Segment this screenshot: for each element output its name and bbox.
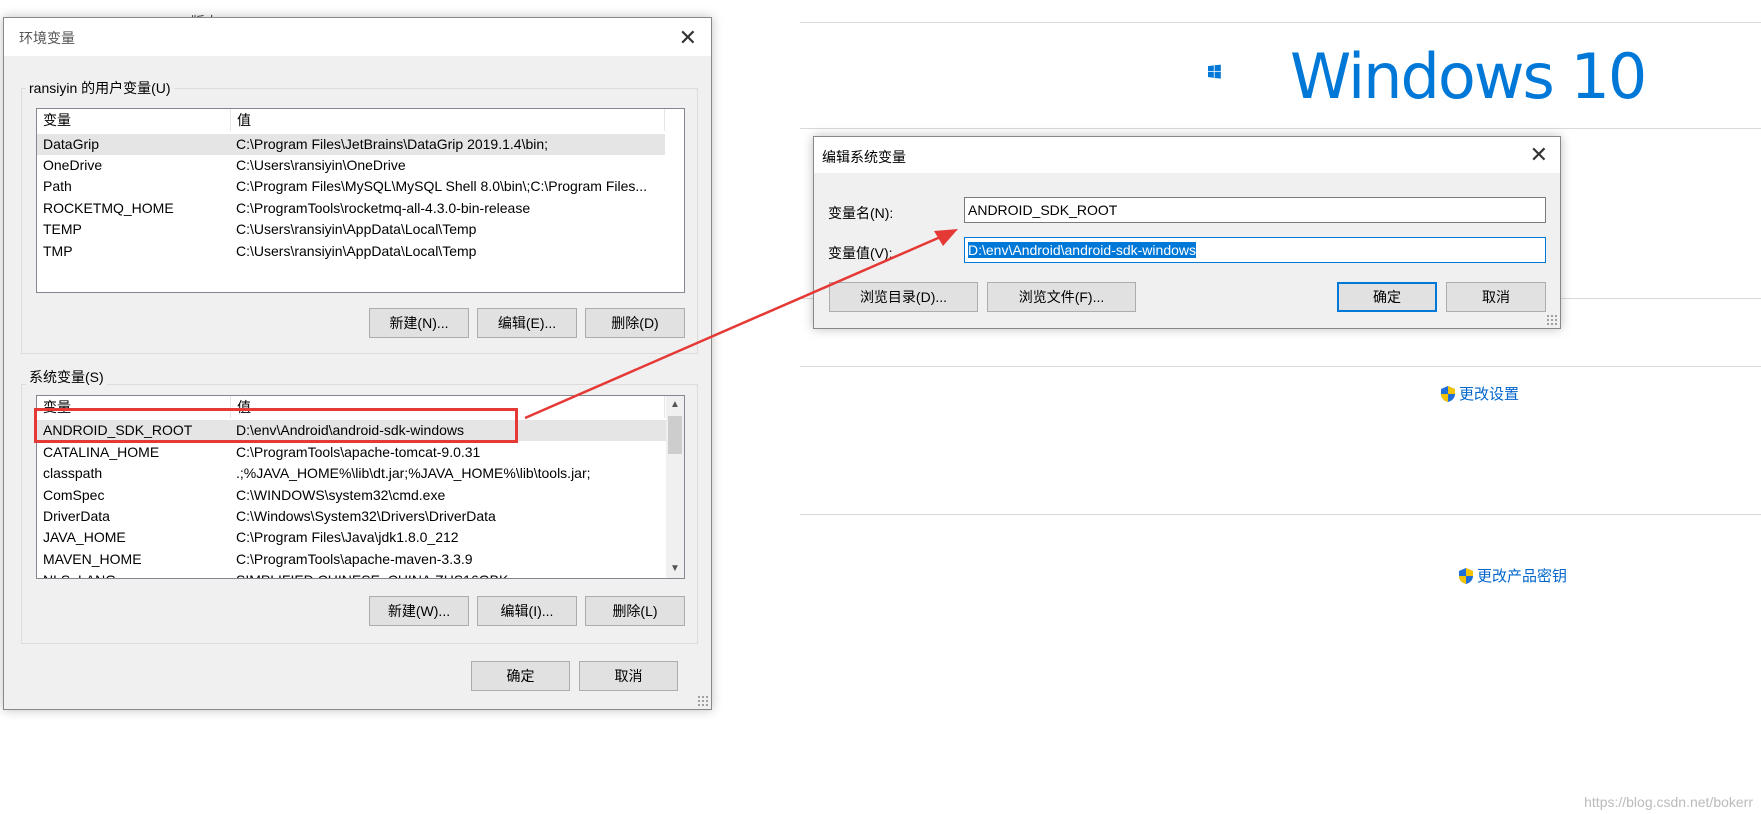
scroll-thumb[interactable] [668, 416, 682, 454]
variable-name-label: 变量名(N): [828, 205, 894, 221]
table-row[interactable]: DriverData C:\Windows\System32\Drivers\D… [37, 506, 667, 527]
variable-value: C:\Users\ransiyin\OneDrive [236, 157, 406, 173]
table-row[interactable]: DataGrip C:\Program Files\JetBrains\Data… [37, 134, 665, 155]
table-row[interactable]: JAVA_HOME C:\Program Files\Java\jdk1.8.0… [37, 527, 667, 548]
scroll-down-icon[interactable]: ▼ [666, 560, 684, 578]
system-new-button[interactable]: 新建(W)... [369, 596, 469, 626]
variable-value: C:\Program Files\Java\jdk1.8.0_212 [236, 529, 459, 545]
close-icon[interactable]: ✕ [679, 25, 697, 51]
cancel-button[interactable]: 取消 [579, 661, 678, 691]
selected-text: D:\env\Android\android-sdk-windows [968, 242, 1196, 258]
variable-value: C:\ProgramTools\rocketmq-all-4.3.0-bin-r… [236, 200, 531, 216]
change-product-key-link[interactable]: 更改产品密钥 [1458, 565, 1567, 586]
windows-brand-text: Windows 10 [1290, 40, 1647, 113]
variable-value: C:\Users\ransiyin\AppData\Local\Temp [236, 243, 477, 259]
variable-name: CATALINA_HOME [43, 444, 160, 460]
highlight-annotation [34, 408, 518, 443]
browse-file-button[interactable]: 浏览文件(F)... [987, 282, 1136, 312]
variable-value: SIMPLIFIED CHINESE_CHINA.ZHS16GBK [231, 570, 508, 578]
table-row[interactable]: MAVEN_HOME C:\ProgramTools\apache-maven-… [37, 549, 667, 570]
user-variables-label: ransiyin 的用户变量(U) [26, 78, 174, 98]
user-variables-list[interactable]: 变量 值 DataGrip C:\Program Files\JetBrains… [36, 108, 685, 293]
shield-icon [1441, 385, 1455, 402]
variable-value: C:\Users\ransiyin\AppData\Local\Temp [236, 221, 477, 237]
user-new-button[interactable]: 新建(N)... [369, 308, 469, 338]
system-variables-label: 系统变量(S) [26, 367, 107, 387]
variable-value-field[interactable]: D:\env\Android\android-sdk-windows [964, 237, 1546, 263]
variable-name: OneDrive [43, 157, 103, 173]
table-row[interactable]: ROCKETMQ_HOME C:\ProgramTools\rocketmq-a… [37, 198, 665, 219]
table-row[interactable]: ComSpec C:\WINDOWS\system32\cmd.exe [37, 485, 667, 506]
windows-logo-icon [1208, 64, 1221, 79]
variable-value: C:\ProgramTools\apache-tomcat-9.0.31 [236, 444, 481, 460]
variable-value: C:\WINDOWS\system32\cmd.exe [236, 487, 446, 503]
shield-icon [1459, 567, 1473, 584]
variable-value: C:\ProgramTools\apache-maven-3.3.9 [236, 551, 473, 567]
watermark: https://blog.csdn.net/bokerr [1584, 794, 1753, 810]
variable-name: DataGrip [43, 136, 100, 152]
scroll-up-icon[interactable]: ▲ [666, 396, 684, 414]
background-divider [800, 22, 1761, 23]
column-header-name[interactable]: 变量 [37, 109, 231, 131]
variable-name: ComSpec [43, 487, 105, 503]
dialog-titlebar: 环境变量 ✕ [4, 18, 711, 56]
table-row[interactable]: OneDrive C:\Users\ransiyin\OneDrive [37, 155, 665, 176]
cancel-button[interactable]: 取消 [1446, 282, 1546, 312]
variable-name: MAVEN_HOME [43, 551, 142, 567]
variable-name: ROCKETMQ_HOME [43, 200, 174, 216]
table-row[interactable]: NLS_LANG SIMPLIFIED CHINESE_CHINA.ZHS16G… [37, 570, 667, 578]
environment-variables-dialog: 环境变量 ✕ ransiyin 的用户变量(U) 变量 值 DataGrip C… [3, 17, 712, 710]
variable-value: C:\Program Files\JetBrains\DataGrip 2019… [236, 136, 549, 152]
variable-name: NLS_LANG [37, 570, 231, 578]
browse-directory-button[interactable]: 浏览目录(D)... [829, 282, 978, 312]
variable-name: DriverData [43, 508, 110, 524]
variable-name: JAVA_HOME [43, 529, 126, 545]
table-row[interactable]: CATALINA_HOME C:\ProgramTools\apache-tom… [37, 442, 667, 463]
table-row[interactable]: TMP C:\Users\ransiyin\AppData\Local\Temp [37, 241, 665, 262]
list-header: 变量 值 [37, 109, 665, 131]
user-edit-button[interactable]: 编辑(E)... [477, 308, 577, 338]
user-delete-button[interactable]: 删除(D) [585, 308, 685, 338]
variable-value: C:\Program Files\MySQL\MySQL Shell 8.0\b… [236, 178, 648, 194]
background-divider [800, 366, 1761, 367]
table-row[interactable]: TEMP C:\Users\ransiyin\AppData\Local\Tem… [37, 219, 665, 240]
dialog-title: 编辑系统变量 [822, 149, 906, 165]
vertical-scrollbar[interactable]: ▲ ▼ [666, 396, 684, 578]
background-divider [800, 128, 1761, 129]
change-settings-label: 更改设置 [1459, 386, 1520, 403]
resize-grip[interactable] [697, 695, 709, 707]
background-divider [800, 514, 1761, 515]
change-settings-link[interactable]: 更改设置 [1440, 383, 1519, 404]
table-row[interactable]: classpath .;%JAVA_HOME%\lib\dt.jar;%JAVA… [37, 463, 667, 484]
column-header-value[interactable]: 值 [231, 109, 665, 131]
variable-name: Path [43, 178, 72, 194]
table-row[interactable]: Path C:\Program Files\MySQL\MySQL Shell … [37, 176, 665, 197]
dialog-titlebar: 编辑系统变量 ✕ [814, 137, 1560, 173]
ok-button[interactable]: 确定 [1337, 282, 1437, 312]
close-icon[interactable]: ✕ [1530, 142, 1548, 168]
system-edit-button[interactable]: 编辑(I)... [477, 596, 577, 626]
variable-name: TEMP [43, 221, 82, 237]
edit-system-variable-dialog: 编辑系统变量 ✕ 变量名(N): ANDROID_SDK_ROOT 变量值(V)… [813, 136, 1561, 329]
system-delete-button[interactable]: 删除(L) [585, 596, 685, 626]
dialog-title: 环境变量 [19, 30, 75, 46]
change-product-key-label: 更改产品密钥 [1477, 568, 1568, 585]
variable-name-field[interactable]: ANDROID_SDK_ROOT [964, 197, 1546, 223]
variable-name: classpath [43, 465, 103, 481]
variable-value: C:\Windows\System32\Drivers\DriverData [236, 508, 496, 524]
ok-button[interactable]: 确定 [471, 661, 570, 691]
variable-name: TMP [43, 243, 73, 259]
variable-value: .;%JAVA_HOME%\lib\dt.jar;%JAVA_HOME%\lib… [236, 465, 591, 481]
variable-value-label: 变量值(V): [828, 245, 893, 261]
resize-grip[interactable] [1546, 314, 1558, 326]
